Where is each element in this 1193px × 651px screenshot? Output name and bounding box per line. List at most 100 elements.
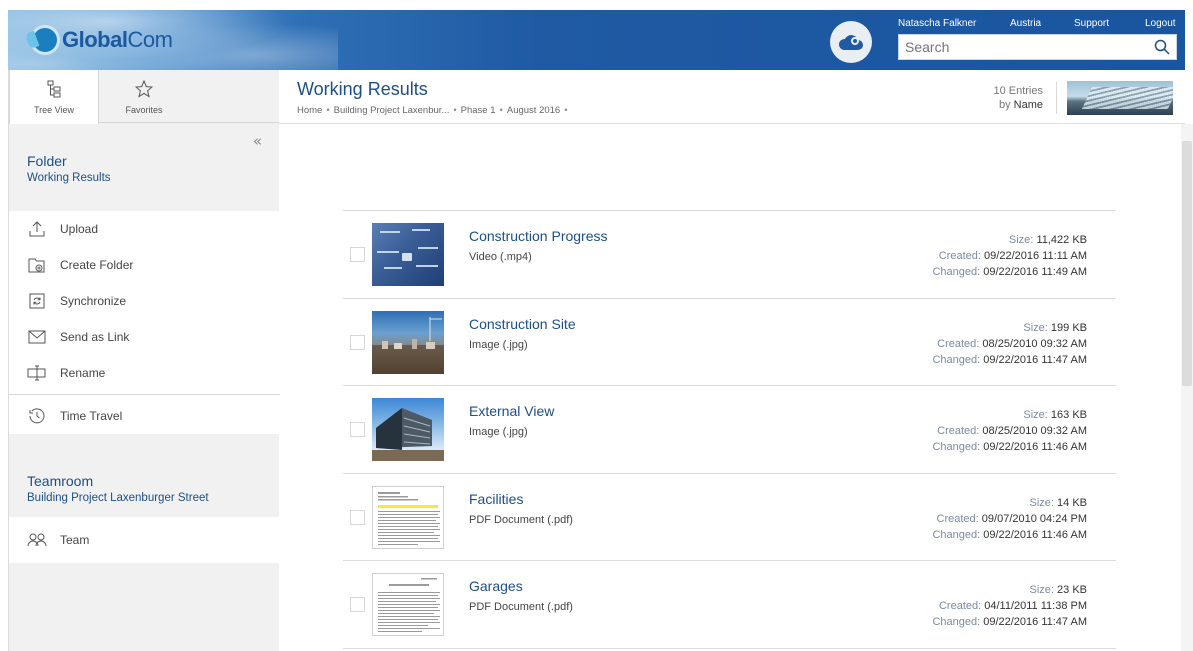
tree-view-icon [47, 80, 61, 98]
scrollbar-thumb[interactable] [1182, 141, 1192, 386]
file-created: 09/07/2010 04:24 PM [981, 512, 1087, 525]
file-row[interactable]: Garages PDF Document (.pdf) Size: 23 KB … [343, 561, 1116, 649]
file-created: 08/25/2010 09:32 AM [982, 425, 1087, 437]
file-name[interactable]: Construction Progress [469, 228, 608, 244]
video-thumbnail-icon [377, 229, 438, 269]
folder-cover-image [1067, 81, 1173, 115]
file-changed: 09/22/2016 11:49 AM [983, 266, 1087, 278]
sync-icon [27, 292, 47, 310]
create-folder-action[interactable]: Create Folder [9, 247, 280, 283]
select-checkbox[interactable] [350, 247, 365, 262]
time-travel-action[interactable]: Time Travel [9, 398, 280, 434]
logo-text-global: Global [62, 27, 128, 52]
file-changed: 09/22/2016 11:46 AM [983, 441, 1087, 453]
divider [1056, 82, 1057, 114]
file-created: 09/22/2016 11:11 AM [984, 250, 1087, 262]
select-checkbox[interactable] [350, 509, 365, 525]
select-checkbox[interactable] [350, 334, 365, 350]
file-created: 08/25/2010 09:32 AM [982, 337, 1087, 350]
file-size: 14 KB [1057, 496, 1087, 509]
file-thumbnail[interactable] [372, 310, 444, 374]
send-as-link-action[interactable]: Send as Link [9, 319, 280, 355]
sort-info[interactable]: 10 Entries by Name [993, 84, 1043, 112]
folder-heading: Folder [27, 153, 67, 169]
time-travel-label: Time Travel [60, 409, 123, 423]
select-checkbox[interactable] [350, 422, 365, 437]
search-box [898, 34, 1177, 60]
file-name[interactable]: Construction Site [469, 316, 576, 332]
image-thumbnail-icon [372, 408, 444, 461]
star-icon [135, 79, 153, 98]
file-size: 163 KB [1050, 409, 1087, 421]
tab-favorites[interactable]: Favorites [99, 70, 189, 123]
file-type: Image (.jpg) [469, 338, 528, 351]
file-size: 23 KB [1057, 584, 1087, 596]
breadcrumb-home[interactable]: Home [297, 105, 322, 116]
clock-icon [27, 407, 47, 425]
file-type: Image (.jpg) [469, 426, 528, 438]
app-header: GlobalCom Natascha Falkner Austria Suppo… [8, 10, 1185, 70]
file-thumbnail[interactable] [372, 223, 444, 286]
collapse-sidebar-button[interactable]: « [253, 132, 262, 150]
teamroom-name[interactable]: Building Project Laxenburger Street [27, 492, 262, 504]
tab-tree-view[interactable]: Tree View [9, 70, 99, 124]
file-name[interactable]: Garages [469, 578, 523, 594]
support-link[interactable]: Support [1074, 18, 1109, 29]
breadcrumb-month[interactable]: August 2016 [507, 105, 560, 116]
file-changed: 09/22/2016 11:46 AM [983, 528, 1087, 541]
file-thumbnail[interactable] [372, 573, 444, 636]
file-thumbnail[interactable] [372, 398, 444, 461]
globalcom-logo[interactable]: GlobalCom [30, 24, 173, 56]
synchronize-label: Synchronize [60, 294, 127, 308]
file-list: Construction Progress Video (.mp4) Size:… [343, 210, 1116, 649]
rename-action[interactable]: Rename [9, 355, 280, 391]
user-name-link[interactable]: Natascha Falkner [898, 18, 976, 29]
send-as-link-label: Send as Link [60, 330, 130, 344]
synchronize-action[interactable]: Synchronize [9, 283, 280, 319]
pdf-document-icon [378, 491, 440, 545]
team-label: Team [60, 533, 90, 547]
file-created: 04/11/2011 11:38 PM [984, 600, 1087, 612]
sidebar-tabs: Tree View Favorites [9, 70, 279, 124]
file-name[interactable]: External View [469, 403, 554, 419]
file-name[interactable]: Facilities [469, 491, 523, 507]
file-row[interactable]: Construction Progress Video (.mp4) Size:… [343, 211, 1116, 299]
logo-mark-icon [30, 25, 60, 55]
pdf-document-icon [378, 578, 440, 632]
file-meta: Size: 11,422 KB Created: 09/22/2016 11:1… [932, 234, 1087, 278]
folder-actions: Upload Create Folder Synchronize Send as… [9, 211, 280, 434]
people-icon [27, 531, 47, 549]
rename-label: Rename [60, 366, 106, 380]
search-input[interactable] [899, 35, 1149, 59]
file-row[interactable]: External View Image (.jpg) Size: 163 KB … [343, 386, 1116, 474]
file-meta: Size: 14 KB Created: 09/07/2010 04:24 PM… [932, 496, 1087, 541]
upload-action[interactable]: Upload [9, 211, 280, 247]
file-meta: Size: 23 KB Created: 04/11/2011 11:38 PM… [932, 584, 1087, 628]
envelope-icon [27, 328, 47, 346]
breadcrumb-phase[interactable]: Phase 1 [461, 105, 496, 116]
select-checkbox[interactable] [350, 597, 365, 612]
divider [9, 394, 280, 395]
file-changed: 09/22/2016 11:47 AM [983, 616, 1087, 628]
logout-link[interactable]: Logout [1145, 18, 1176, 29]
teamroom-actions: Team [9, 517, 280, 563]
file-type: PDF Document (.pdf) [469, 513, 573, 526]
tab-tree-view-label: Tree View [33, 105, 75, 115]
search-icon[interactable] [1149, 39, 1175, 55]
rename-icon [27, 364, 47, 382]
file-row[interactable]: Facilities PDF Document (.pdf) Size: 14 … [343, 474, 1116, 561]
folder-info: Folder Working Results [9, 153, 280, 184]
entries-count: 10 Entries [993, 85, 1043, 97]
breadcrumb-project[interactable]: Building Project Laxenbur... [334, 105, 450, 116]
file-thumbnail[interactable] [372, 485, 444, 549]
file-row[interactable]: Construction Site Image (.jpg) Size: 199… [343, 299, 1116, 386]
create-folder-label: Create Folder [60, 258, 134, 272]
team-action[interactable]: Team [9, 517, 280, 563]
sort-prefix: by [998, 99, 1011, 111]
file-meta: Size: 163 KB Created: 08/25/2010 09:32 A… [932, 409, 1087, 453]
cloud-location-button[interactable] [830, 21, 872, 63]
vertical-scrollbar[interactable] [1181, 124, 1193, 651]
content-header: Working Results Home • Building Project L… [279, 70, 1185, 124]
region-link[interactable]: Austria [1010, 18, 1041, 29]
create-folder-icon [27, 256, 47, 274]
